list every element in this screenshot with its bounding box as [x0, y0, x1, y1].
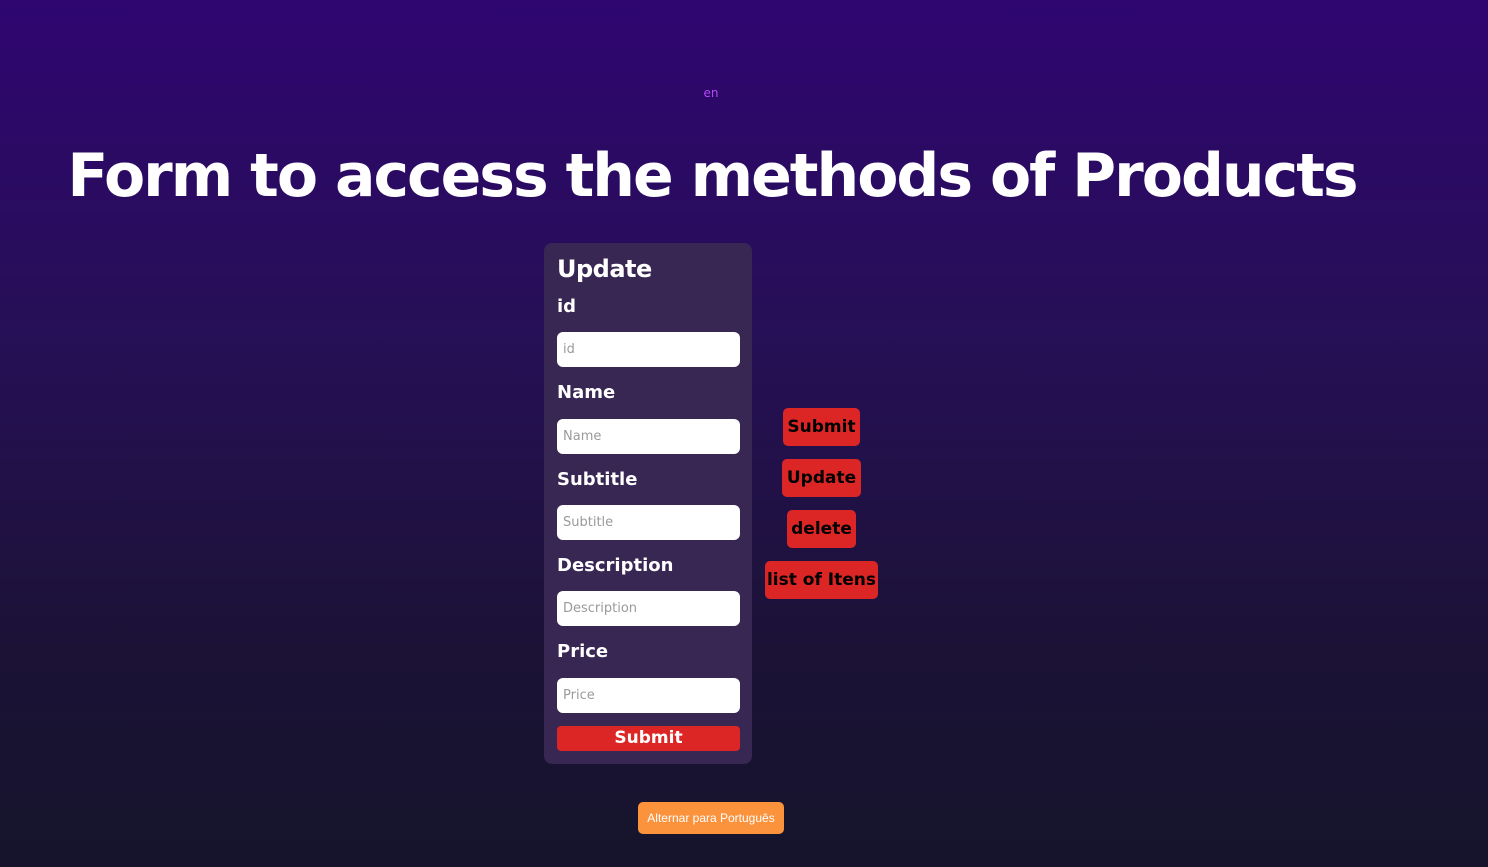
name-label: Name — [557, 382, 616, 403]
product-form: Update id Name Subtitle Description Pric… — [544, 243, 752, 764]
list-items-button[interactable]: list of Itens — [765, 561, 878, 599]
form-submit-button[interactable]: Submit — [557, 726, 740, 751]
name-input[interactable] — [557, 419, 740, 454]
description-label: Description — [557, 555, 674, 576]
submit-button[interactable]: Submit — [783, 408, 860, 446]
price-input[interactable] — [557, 678, 740, 713]
subtitle-label: Subtitle — [557, 469, 638, 490]
update-button[interactable]: Update — [782, 459, 861, 497]
language-code: en — [703, 86, 719, 100]
id-input[interactable] — [557, 332, 740, 367]
price-label: Price — [557, 641, 609, 662]
language-toggle-button[interactable]: Alternar para Português — [638, 802, 784, 834]
page-title: Form to access the methods of Products — [67, 141, 1358, 211]
delete-button[interactable]: delete — [787, 510, 856, 548]
subtitle-input[interactable] — [557, 505, 740, 540]
form-heading: Update — [557, 255, 652, 283]
id-label: id — [557, 296, 577, 317]
description-input[interactable] — [557, 591, 740, 626]
